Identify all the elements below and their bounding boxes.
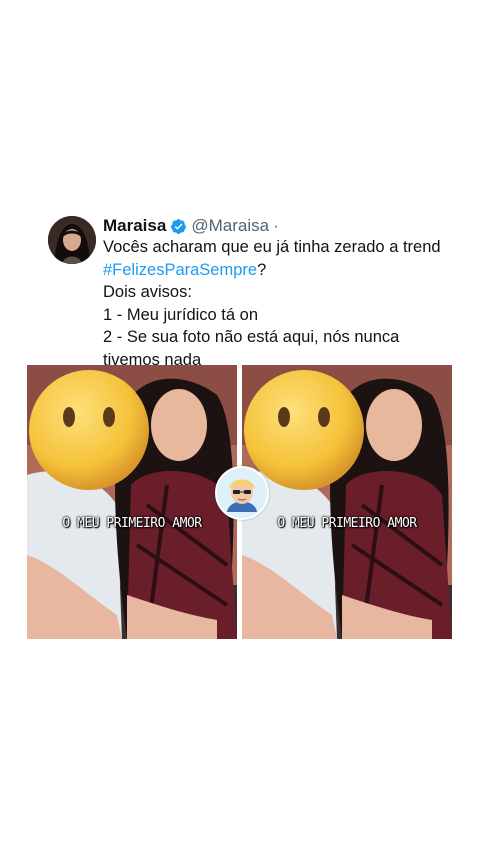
profile-avatar[interactable]: [48, 216, 96, 264]
tweet-line-5: 2 - Se sua foto não está aqui, nós nunca: [103, 328, 400, 346]
avatar-image: [48, 216, 96, 264]
photo-image: [27, 365, 237, 639]
neutral-face-emoji-icon: [244, 370, 364, 490]
neutral-face-emoji-icon: [29, 370, 149, 490]
tweet-text: Vocês acharam que eu já tinha zerado a t…: [103, 236, 453, 371]
photo-caption: O MEU PRIMEIRO AMOR: [277, 516, 417, 531]
tweet-line-3: Dois avisos:: [103, 283, 192, 301]
tweet-line-4: 1 - Meu jurídico tá on: [103, 305, 258, 324]
user-handle[interactable]: @Maraisa: [191, 216, 269, 236]
tweet-line-1: Vocês acharam que eu já tinha zerado a t…: [103, 238, 441, 256]
separator-dot: ·: [273, 216, 279, 235]
hashtag-suffix: ?: [257, 260, 267, 279]
display-name[interactable]: Maraisa: [103, 216, 166, 236]
tweet-line-2: #FelizesParaSempre?: [103, 259, 453, 282]
cartoon-avatar-icon: [215, 466, 269, 520]
photo-image: [242, 365, 452, 639]
tweet-header: Maraisa @Maraisa ·: [103, 214, 279, 238]
media-photo-right[interactable]: O MEU PRIMEIRO AMOR: [242, 365, 452, 639]
tweet-card[interactable]: Maraisa @Maraisa · Vocês acharam que eu …: [0, 0, 480, 854]
verified-badge-icon: [170, 218, 187, 235]
media-photo-left[interactable]: O MEU PRIMEIRO AMOR: [27, 365, 237, 639]
hashtag-link[interactable]: #FelizesParaSempre: [103, 261, 257, 279]
photo-caption: O MEU PRIMEIRO AMOR: [62, 516, 202, 531]
